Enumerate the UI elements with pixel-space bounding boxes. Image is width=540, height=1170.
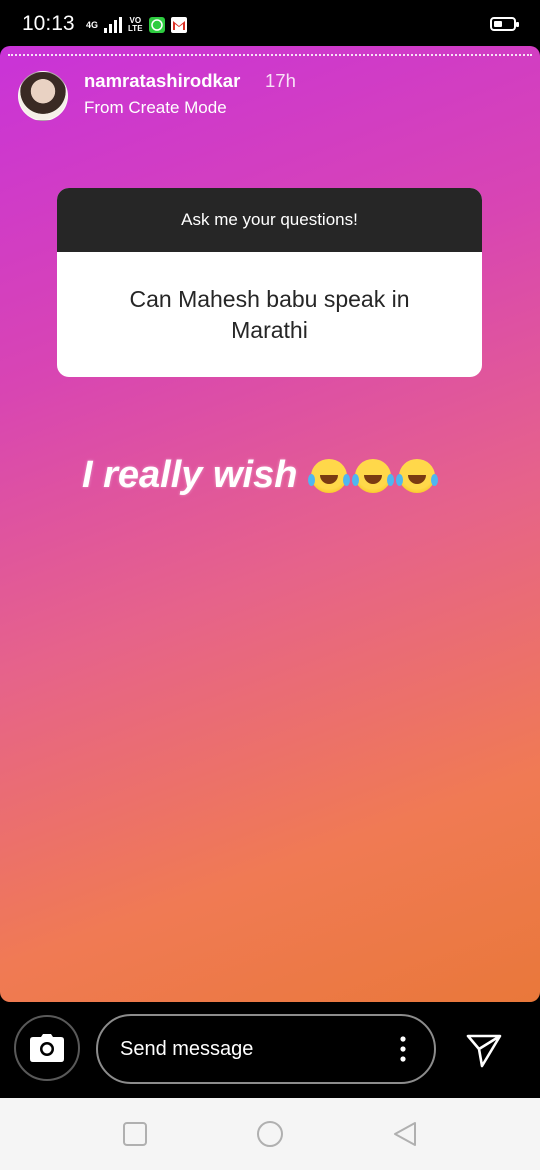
send-message-placeholder: Send message (120, 1038, 254, 1060)
whatsapp-notification-icon (148, 17, 165, 33)
story-caption: I really wish (82, 454, 436, 497)
camera-button[interactable] (14, 1015, 80, 1081)
story-timestamp: 17h (265, 70, 296, 91)
volte-bottom-label: LTE (128, 24, 143, 33)
more-vertical-icon[interactable] (400, 1036, 406, 1062)
question-sticker-question: Can Mahesh babu speak in Marathi (129, 285, 410, 343)
laughing-emoji-icon (308, 458, 348, 493)
avatar[interactable] (18, 71, 68, 121)
story-subtitle[interactable]: From Create Mode (84, 98, 227, 118)
story-username[interactable]: namratashirodkar (84, 70, 240, 92)
system-navigation-bar (0, 1098, 540, 1170)
status-time: 10:13 (22, 12, 75, 35)
network-type-label: 4G (86, 19, 99, 30)
paper-plane-icon[interactable] (464, 1030, 504, 1070)
laughing-emoji-icon (396, 458, 436, 493)
caption-text: I really wish (82, 454, 298, 496)
signal-icon (104, 17, 123, 33)
recents-square-icon[interactable] (121, 1120, 149, 1148)
caption-emojis (308, 458, 436, 493)
gmail-notification-icon (170, 17, 187, 33)
status-icons: 4G VO LTE (86, 13, 187, 37)
battery-icon (490, 17, 519, 31)
volte-indicator: VO LTE (128, 17, 143, 33)
question-sticker-header: Ask me your questions! (57, 188, 482, 252)
story-view[interactable]: namratashirodkar 17h From Create Mode As… (0, 46, 540, 1002)
story-progress-bar (8, 54, 532, 56)
send-message-input[interactable]: Send message (96, 1014, 436, 1084)
message-bar: Send message (0, 1002, 540, 1098)
home-circle-icon[interactable] (256, 1120, 284, 1148)
back-triangle-icon[interactable] (391, 1120, 419, 1148)
question-sticker[interactable]: Ask me your questions! Can Mahesh babu s… (57, 188, 482, 377)
camera-icon (30, 1034, 64, 1062)
status-bar: 10:13 4G VO LTE (0, 0, 540, 46)
laughing-emoji-icon (352, 458, 392, 493)
